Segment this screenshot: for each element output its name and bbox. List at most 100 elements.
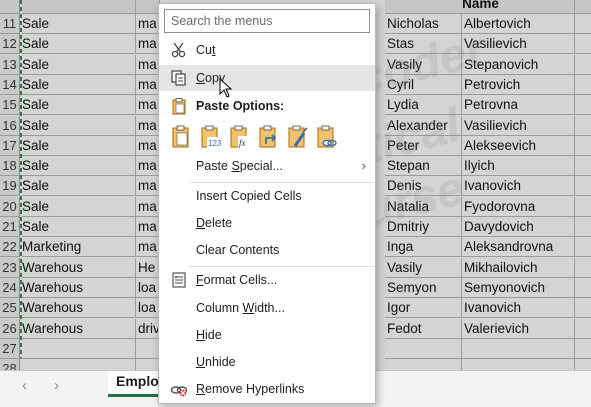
position-cell[interactable]: loa: [136, 298, 160, 319]
patronymic-cell[interactable]: Ivanovich: [462, 176, 575, 197]
department-cell[interactable]: Sale: [20, 34, 136, 55]
empty-cell[interactable]: [575, 176, 591, 197]
patronymic-cell[interactable]: [462, 338, 575, 359]
menu-item-format-cells[interactable]: Format Cells...: [159, 267, 375, 293]
patronymic-cell[interactable]: Davydovich: [462, 217, 575, 237]
patronymic-cell[interactable]: Petrovna: [462, 95, 575, 116]
position-cell[interactable]: driv: [136, 318, 160, 339]
department-cell[interactable]: Sale: [20, 176, 136, 197]
empty-cell[interactable]: [575, 359, 591, 370]
department-cell[interactable]: [20, 338, 136, 359]
patronymic-cell[interactable]: Albertovich: [462, 14, 575, 34]
department-cell[interactable]: Sale: [20, 74, 136, 95]
row-number-cell[interactable]: 22: [0, 237, 20, 258]
patronymic-cell[interactable]: Stepanovich: [462, 54, 575, 75]
first-name-cell[interactable]: [385, 338, 462, 359]
department-cell[interactable]: Warehous: [20, 277, 136, 298]
position-cell[interactable]: ma: [136, 135, 160, 156]
paste-formatting-icon[interactable]: [285, 124, 309, 150]
position-cell[interactable]: ma: [136, 196, 160, 217]
position-cell[interactable]: ma: [136, 54, 160, 75]
position-cell[interactable]: He: [136, 257, 160, 278]
row-number-cell[interactable]: 27: [0, 338, 20, 359]
first-name-cell[interactable]: Natalia: [385, 196, 462, 217]
empty-cell[interactable]: [575, 116, 591, 136]
position-cell[interactable]: ma: [136, 237, 160, 258]
empty-cell[interactable]: [575, 319, 591, 339]
patronymic-cell[interactable]: Mikhailovich: [462, 257, 575, 278]
department-cell[interactable]: Sale: [20, 156, 136, 177]
row-number-cell[interactable]: 24: [0, 277, 20, 298]
empty-cell[interactable]: [575, 197, 591, 217]
department-cell[interactable]: Sale: [20, 14, 136, 34]
position-cell[interactable]: [136, 338, 160, 359]
first-name-cell[interactable]: Stas: [385, 34, 462, 55]
first-name-cell[interactable]: Semyon: [385, 277, 462, 298]
row-number-cell[interactable]: 13: [0, 54, 20, 75]
row-number-cell[interactable]: 14: [0, 74, 20, 95]
row-number-cell[interactable]: 23: [0, 257, 20, 278]
position-cell[interactable]: ma: [136, 74, 160, 95]
patronymic-cell[interactable]: Aleksandrovna: [462, 237, 575, 258]
paste-icon[interactable]: [169, 124, 193, 150]
first-name-cell[interactable]: Cyril: [385, 74, 462, 95]
row-number-cell[interactable]: 15: [0, 95, 20, 116]
patronymic-cell[interactable]: Semyonovich: [462, 277, 575, 298]
empty-cell[interactable]: [575, 156, 591, 177]
empty-cell[interactable]: [575, 136, 591, 156]
patronymic-cell[interactable]: [462, 359, 575, 370]
patronymic-cell[interactable]: Valerievich: [462, 318, 575, 339]
first-name-cell[interactable]: Fedot: [385, 318, 462, 339]
menu-item-copy[interactable]: Copy: [159, 65, 375, 91]
row-number-cell[interactable]: 25: [0, 298, 20, 319]
first-name-cell[interactable]: Lydia: [385, 95, 462, 116]
menu-item-cut[interactable]: Cut: [159, 37, 375, 63]
position-cell[interactable]: ma: [136, 115, 160, 136]
empty-cell[interactable]: [575, 55, 591, 75]
header-cell-b[interactable]: [136, 0, 160, 14]
paste-link-icon[interactable]: [314, 124, 338, 150]
menu-item-unhide[interactable]: Unhide: [159, 349, 375, 375]
empty-cell[interactable]: [575, 14, 591, 34]
department-cell[interactable]: Warehous: [20, 298, 136, 319]
department-cell[interactable]: Warehous: [20, 318, 136, 339]
position-cell[interactable]: ma: [136, 176, 160, 197]
menu-item-clear-contents[interactable]: Clear Contents: [159, 237, 375, 263]
first-name-cell[interactable]: Vasily: [385, 257, 462, 278]
header-cell-name[interactable]: Name: [385, 0, 575, 14]
patronymic-cell[interactable]: Petrovich: [462, 74, 575, 95]
row-number-cell[interactable]: 19: [0, 176, 20, 197]
row-number-cell[interactable]: 21: [0, 217, 20, 237]
first-name-cell[interactable]: Vasily: [385, 54, 462, 75]
first-name-cell[interactable]: Peter: [385, 135, 462, 156]
department-cell[interactable]: Sale: [20, 54, 136, 75]
position-cell[interactable]: ma: [136, 156, 160, 177]
row-number-cell[interactable]: 18: [0, 156, 20, 177]
position-cell[interactable]: ma: [136, 34, 160, 55]
row-number-cell[interactable]: 26: [0, 318, 20, 339]
first-name-cell[interactable]: Igor: [385, 298, 462, 319]
department-cell[interactable]: Sale: [20, 115, 136, 136]
patronymic-cell[interactable]: Alekseevich: [462, 135, 575, 156]
first-name-cell[interactable]: Denis: [385, 176, 462, 197]
patronymic-cell[interactable]: Ilyich: [462, 156, 575, 177]
paste-values-icon[interactable]: 123: [198, 124, 222, 150]
patronymic-cell[interactable]: Vasilievich: [462, 115, 575, 136]
position-cell[interactable]: loa: [136, 277, 160, 298]
department-cell[interactable]: Sale: [20, 135, 136, 156]
row-number-cell[interactable]: 17: [0, 135, 20, 156]
patronymic-cell[interactable]: Fyodorovna: [462, 196, 575, 217]
empty-cell[interactable]: [575, 237, 591, 258]
position-cell[interactable]: ma: [136, 217, 160, 237]
first-name-cell[interactable]: [385, 359, 462, 370]
first-name-cell[interactable]: Stepan: [385, 156, 462, 177]
position-cell[interactable]: ma: [136, 14, 160, 34]
row-number-cell[interactable]: 28: [0, 359, 20, 370]
menu-item-paste-special[interactable]: Paste Special... ›: [159, 153, 375, 179]
row-number-cell[interactable]: 11: [0, 14, 20, 34]
menu-item-insert-copied-cells[interactable]: Insert Copied Cells: [159, 183, 375, 209]
patronymic-cell[interactable]: Vasilievich: [462, 34, 575, 55]
menu-item-delete[interactable]: Delete: [159, 210, 375, 236]
empty-cell[interactable]: [575, 75, 591, 95]
department-cell[interactable]: Warehous: [20, 257, 136, 278]
